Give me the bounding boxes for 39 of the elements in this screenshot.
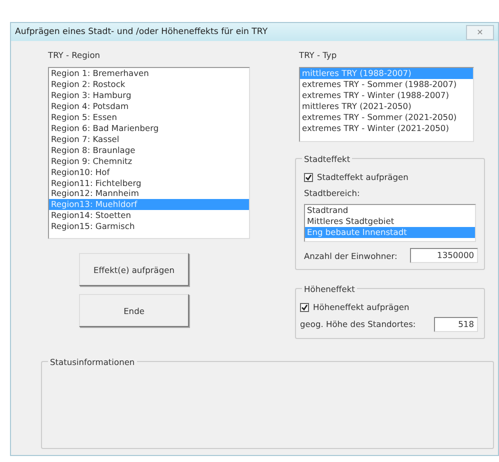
height-field[interactable]: 518 — [434, 316, 478, 332]
list-item[interactable]: mittleres TRY (2021-2050) — [300, 101, 473, 112]
action-button[interactable]: Ende — [79, 294, 189, 328]
list-item[interactable]: Region11: Fichtelberg — [49, 178, 249, 188]
list-item[interactable]: Region 8: Braunlage — [49, 144, 249, 156]
list-item[interactable]: Mittleres Stadtgebiet — [305, 216, 475, 228]
list-item[interactable]: extremes TRY - Winter (1988-2007) — [300, 90, 473, 102]
area-listbox[interactable]: Stadtrand Mittleres Stadtgebiet Eng bebaute Innenstadt — [304, 204, 476, 242]
list-item[interactable]: Region 7: Kassel — [49, 134, 249, 145]
list-item[interactable]: Stadtrand — [305, 205, 475, 216]
checkbox-label: Höheneffekt aufprägen — [313, 301, 410, 314]
list-item[interactable]: Region 4: Potsdam — [49, 101, 249, 112]
list-item[interactable]: Region 5: Essen — [49, 112, 249, 123]
height-label: geog. Höhe des Standortes: — [300, 318, 416, 330]
checkbox[interactable] — [300, 303, 309, 312]
checkbox-label: Stadteffekt aufprägen — [317, 171, 408, 184]
area-label: Stadtbereich: — [304, 186, 361, 200]
inhabitants-field[interactable]: 1350000 — [410, 248, 478, 264]
list-item[interactable]: Region 9: Chemnitz — [49, 156, 249, 167]
list-item[interactable]: Region 1: Bremerhaven — [49, 68, 249, 80]
type-label: TRY - Typ — [299, 49, 338, 62]
inhabitants-label: Anzahl der Einwohner: — [304, 250, 398, 262]
list-item[interactable]: extremes TRY - Sommer (2021-2050) — [300, 112, 473, 123]
window-title: Aufprägen eines Stadt- und /oder Höheneffekts für ein TRY — [15, 26, 268, 38]
list-item[interactable]: Region15: Garmisch — [49, 221, 249, 232]
checkbox[interactable] — [304, 173, 313, 182]
list-item[interactable]: Region14: Stoetten — [49, 210, 249, 222]
list-item[interactable]: Region12: Mannheim — [49, 188, 249, 200]
group-title: Statusinformationen — [48, 356, 137, 368]
list-item[interactable]: extremes TRY - Winter (2021-2050) — [300, 122, 473, 134]
list-item[interactable]: Region 6: Bad Marienberg — [49, 122, 249, 134]
list-item[interactable]: Region 2: Rostock — [49, 79, 249, 90]
region-listbox[interactable] — [48, 67, 250, 240]
list-item[interactable]: extremes TRY - Sommer (1988-2007) — [300, 79, 473, 90]
region-label: TRY - Region — [48, 49, 102, 62]
type-listbox[interactable]: mittleres TRY (1988-2007) extremes TRY - Sommer (1988-2007) extremes TRY - Winter (1988-2007) mittleres TRY (2021-2050) extremes TRY - Sommer (2021-2050) extremes TRY - Winter (2021-2050) — [299, 67, 474, 142]
action-button[interactable]: Effekt(e) aufprägen — [79, 253, 189, 286]
list-item[interactable]: Region10: Hof — [49, 166, 249, 178]
list-item[interactable]: Region 3: Hamburg — [49, 90, 249, 102]
